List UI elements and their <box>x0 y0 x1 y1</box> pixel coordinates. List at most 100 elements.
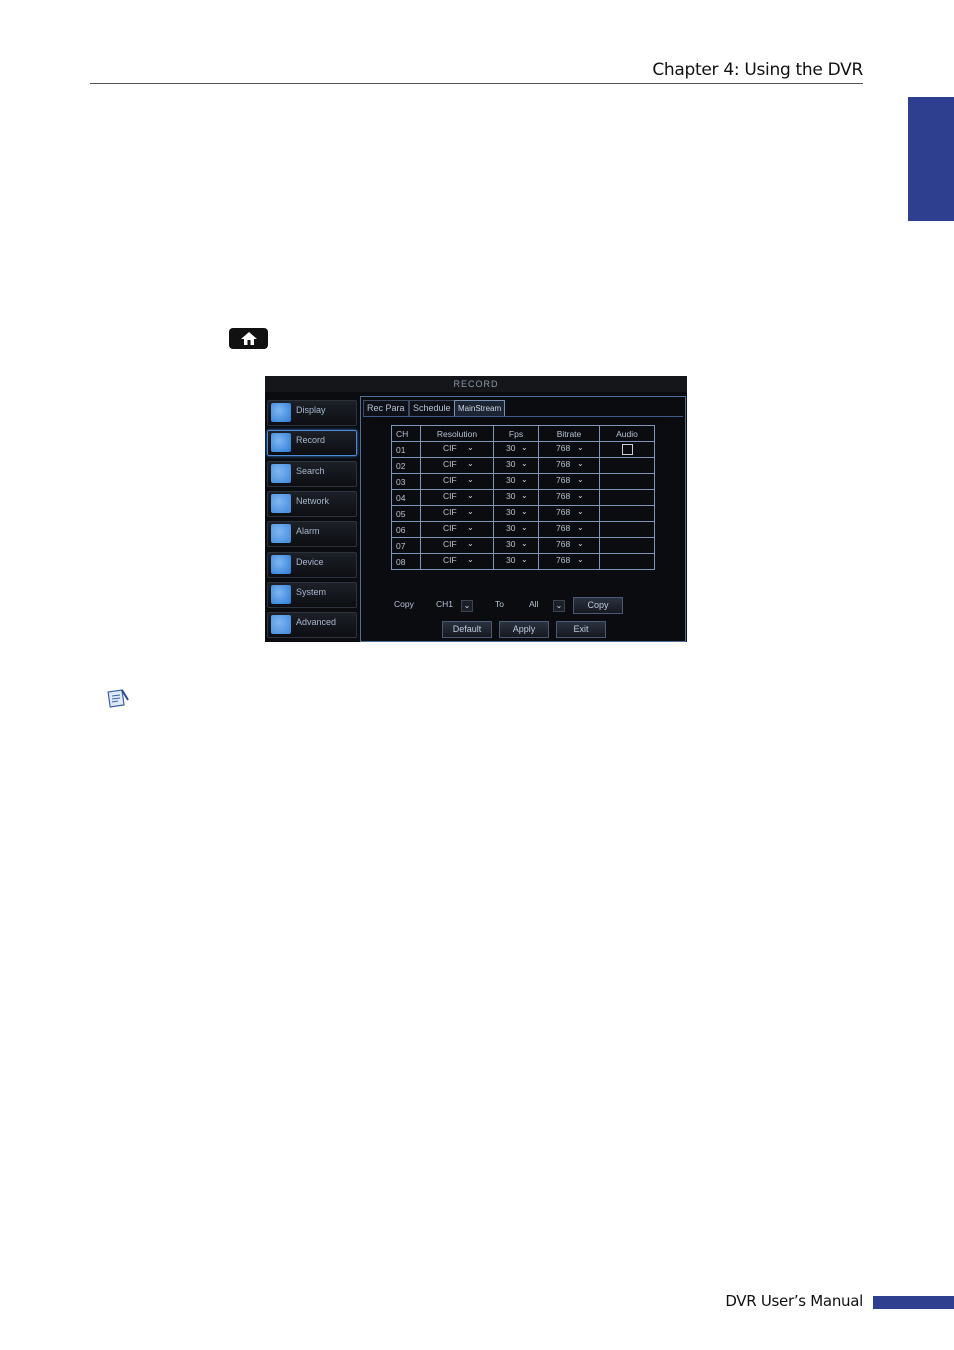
copy-to-label: To <box>495 599 504 609</box>
tab-rec-para[interactable]: Rec Para <box>363 400 409 417</box>
channel-cell: 07 <box>391 537 421 554</box>
chevron-down-icon[interactable]: ⌄ <box>577 476 584 484</box>
tab-schedule[interactable]: Schedule <box>409 400 455 417</box>
chevron-down-icon[interactable]: ⌄ <box>467 556 474 564</box>
resolution-cell[interactable]: CIF ⌄ <box>420 473 494 490</box>
menu-label: Alarm <box>296 526 320 537</box>
copy-button[interactable]: Copy <box>573 597 623 614</box>
chevron-down-icon[interactable]: ⌄ <box>577 444 584 452</box>
chevron-down-icon[interactable]: ⌄ <box>577 460 584 468</box>
menu-item-device[interactable]: Device <box>267 551 357 578</box>
tab-mainstream[interactable]: MainStream <box>454 400 506 417</box>
chevron-down-icon[interactable]: ⌄ <box>467 444 474 452</box>
chevron-down-icon[interactable]: ⌄ <box>521 460 528 468</box>
menu-label: Record <box>296 435 326 446</box>
bitrate-value: 768 <box>556 523 571 533</box>
bitrate-value: 768 <box>556 539 571 549</box>
menu-item-record[interactable]: Record <box>267 430 357 457</box>
bitrate-cell[interactable]: 768 ⌄ <box>538 521 600 538</box>
menu-item-search[interactable]: Search <box>267 460 357 487</box>
fps-cell[interactable]: 30 ⌄ <box>493 521 539 538</box>
chapter-title: Chapter 4: Using the DVR <box>652 60 863 80</box>
fps-cell[interactable]: 30 ⌄ <box>493 489 539 506</box>
resolution-value: CIF <box>443 507 457 517</box>
audio-cell <box>599 473 655 490</box>
bitrate-value: 768 <box>556 459 571 469</box>
resolution-cell[interactable]: CIF ⌄ <box>420 521 494 538</box>
resolution-cell[interactable]: CIF ⌄ <box>420 457 494 474</box>
menu-item-alarm[interactable]: Alarm <box>267 521 357 548</box>
exit-button[interactable]: Exit <box>556 621 606 638</box>
menu-label: Device <box>296 556 324 567</box>
dvr-window-title: RECORD <box>265 376 687 392</box>
default-button[interactable]: Default <box>442 621 492 638</box>
audio-cell <box>599 553 655 570</box>
fps-value: 30 <box>506 523 516 533</box>
bitrate-cell[interactable]: 768 ⌄ <box>538 505 600 522</box>
search-icon <box>271 463 291 483</box>
channel-cell: 03 <box>391 473 421 490</box>
bitrate-cell[interactable]: 768 ⌄ <box>538 489 600 506</box>
gear-icon <box>271 584 291 604</box>
apply-button[interactable]: Apply <box>499 621 549 638</box>
resolution-cell[interactable]: CIF ⌄ <box>420 489 494 506</box>
chevron-down-icon[interactable]: ⌄ <box>577 492 584 500</box>
resolution-cell[interactable]: CIF ⌄ <box>420 505 494 522</box>
chevron-down-icon[interactable]: ⌄ <box>467 540 474 548</box>
resolution-cell[interactable]: CIF ⌄ <box>420 441 494 458</box>
chevron-down-icon[interactable]: ⌄ <box>467 492 474 500</box>
chevron-down-icon[interactable]: ⌄ <box>521 476 528 484</box>
bitrate-cell[interactable]: 768 ⌄ <box>538 537 600 554</box>
menu-item-network[interactable]: Network <box>267 490 357 517</box>
audio-cell <box>599 505 655 522</box>
resolution-cell[interactable]: CIF ⌄ <box>420 537 494 554</box>
chevron-down-icon[interactable]: ⌄ <box>521 556 528 564</box>
chevron-down-icon[interactable]: ⌄ <box>467 460 474 468</box>
chevron-down-icon[interactable]: ⌄ <box>577 540 584 548</box>
copy-from-dropdown-icon[interactable]: ⌄ <box>461 600 473 612</box>
chevron-down-icon[interactable]: ⌄ <box>521 444 528 452</box>
menu-item-advanced[interactable]: Advanced <box>267 612 357 639</box>
bitrate-cell[interactable]: 768 ⌄ <box>538 553 600 570</box>
table-row: 06 CIF ⌄ 30 ⌄ 768 ⌄ <box>391 521 655 538</box>
fps-value: 30 <box>506 555 516 565</box>
chevron-down-icon[interactable]: ⌄ <box>577 524 584 532</box>
menu-item-system[interactable]: System <box>267 581 357 608</box>
resolution-cell[interactable]: CIF ⌄ <box>420 553 494 570</box>
home-icon <box>241 332 257 345</box>
fps-cell[interactable]: 30 ⌄ <box>493 441 539 458</box>
fps-value: 30 <box>506 539 516 549</box>
fps-cell[interactable]: 30 ⌄ <box>493 473 539 490</box>
chevron-down-icon[interactable]: ⌄ <box>577 508 584 516</box>
chevron-down-icon[interactable]: ⌄ <box>521 508 528 516</box>
fps-cell[interactable]: 30 ⌄ <box>493 537 539 554</box>
fps-cell[interactable]: 30 ⌄ <box>493 457 539 474</box>
bitrate-cell[interactable]: 768 ⌄ <box>538 457 600 474</box>
tab-underline <box>363 416 683 417</box>
copy-from-value[interactable]: CH1 <box>436 599 453 609</box>
table-row: 07 CIF ⌄ 30 ⌄ 768 ⌄ <box>391 537 655 554</box>
chevron-down-icon[interactable]: ⌄ <box>467 476 474 484</box>
alarm-icon <box>271 524 291 544</box>
record-panel: Rec Para Schedule MainStream CH Resoluti… <box>360 396 686 642</box>
channel-cell: 05 <box>391 505 421 522</box>
chevron-down-icon[interactable]: ⌄ <box>521 492 528 500</box>
copy-to-value[interactable]: All <box>529 599 538 609</box>
menu-label: Search <box>296 465 325 476</box>
network-icon <box>271 493 291 513</box>
fps-cell[interactable]: 30 ⌄ <box>493 553 539 570</box>
mainstream-table: CH Resolution Fps Bitrate Audio 01 CIF ⌄ 30… <box>391 425 655 570</box>
chevron-down-icon[interactable]: ⌄ <box>521 524 528 532</box>
fps-cell[interactable]: 30 ⌄ <box>493 505 539 522</box>
copy-to-dropdown-icon[interactable]: ⌄ <box>553 600 565 612</box>
bitrate-cell[interactable]: 768 ⌄ <box>538 441 600 458</box>
chevron-down-icon[interactable]: ⌄ <box>577 556 584 564</box>
bitrate-cell[interactable]: 768 ⌄ <box>538 473 600 490</box>
menu-item-display[interactable]: Display <box>267 400 357 426</box>
chevron-down-icon[interactable]: ⌄ <box>521 540 528 548</box>
chevron-down-icon[interactable]: ⌄ <box>467 508 474 516</box>
audio-checkbox[interactable] <box>621 444 633 455</box>
channel-cell: 04 <box>391 489 421 506</box>
chevron-down-icon[interactable]: ⌄ <box>467 524 474 532</box>
audio-cell[interactable] <box>599 441 655 458</box>
